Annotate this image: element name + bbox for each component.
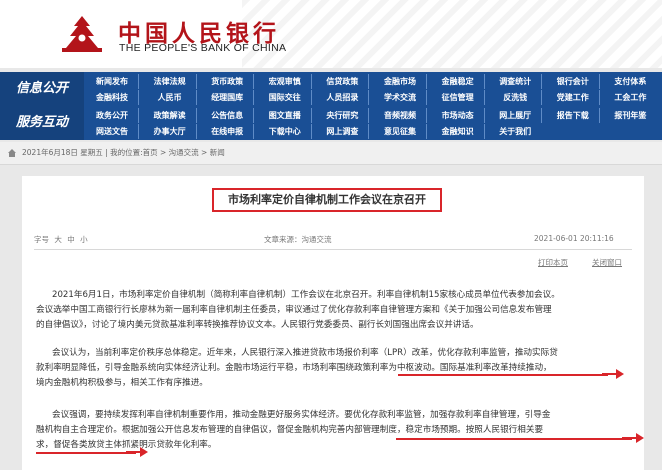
nav-item-info-a-0[interactable]: 新闻发布: [86, 74, 139, 89]
main-navigation: 信息公开 服务互动 新闻发布 法律法规 货币政策 宏观审慎 信贷政策 金融市场 金融稳定 调查…: [0, 72, 662, 140]
red-arrow-icon: [602, 369, 624, 379]
print-page-link[interactable]: 打印本页: [538, 257, 568, 268]
nav-item-service-b-5[interactable]: 意见征集: [374, 124, 427, 139]
font-size-control: 字号 大 中 小: [34, 234, 88, 245]
paragraph-line: 会议强调，要持续发挥利率自律机制重要作用，推动金融更好服务实体经济。要优化存款利…: [52, 410, 551, 420]
font-size-large[interactable]: 大: [54, 235, 62, 244]
nav-item-info-a-6[interactable]: 金融稳定: [432, 74, 485, 89]
paragraph-line: 会议认为，当前利率定价秩序总体稳定。近年来，人民银行深入推进贷款市场报价利率（L…: [52, 348, 558, 358]
font-size-label: 字号: [34, 235, 49, 244]
article-title: 市场利率定价自律机制工作会议在京召开: [212, 188, 442, 212]
nav-item-info-a-3[interactable]: 宏观审慎: [259, 74, 312, 89]
nav-item-info-b-0[interactable]: 金融科技: [86, 90, 139, 105]
nav-item-service-b-6[interactable]: 金融知识: [432, 124, 485, 139]
nav-item-service-a-2[interactable]: 公告信息: [201, 108, 255, 123]
nav-item-info-a-2[interactable]: 货币政策: [201, 74, 255, 89]
nav-item-info-b-4[interactable]: 人员招录: [316, 90, 370, 105]
nav-item-info-a-7[interactable]: 调查统计: [489, 74, 543, 89]
article-datetime: 2021-06-01 20:11:16: [534, 234, 614, 243]
nav-item-info-b-1[interactable]: 人民币: [144, 90, 197, 105]
highlight-underline: [398, 374, 608, 376]
paragraph-line: 的自律倡议》，讨论了境内美元贷款基准利率转换推荐协议文本。人民银行党委委员、副行…: [36, 320, 479, 330]
nav-item-service-a-5[interactable]: 音频视频: [374, 108, 427, 123]
paragraph-line: 会议选举中国工商银行行长廖林为新一届利率自律机制主任委员，审议通过了优化存款利率…: [36, 305, 552, 315]
nav-item-info-b-7[interactable]: 反洗钱: [489, 90, 543, 105]
nav-item-service-b-7[interactable]: 关于我们: [489, 124, 541, 139]
article-source: 文章来源：沟通交流: [264, 235, 332, 244]
nav-item-info-a-1[interactable]: 法律法规: [144, 74, 197, 89]
divider: [34, 249, 632, 250]
font-size-small[interactable]: 小: [80, 235, 88, 244]
nav-item-info-b-6[interactable]: 征信管理: [432, 90, 485, 105]
paragraph-line: 境内金融机构积极参与，相关工作有序推进。: [36, 378, 208, 388]
nav-item-service-b-4[interactable]: 网上调查: [316, 124, 370, 139]
breadcrumb: 2021年6月18日 星期五 | 我的位置:首页 > 沟通交流 > 新闻: [0, 142, 662, 165]
home-icon: [8, 149, 16, 157]
nav-item-service-a-8[interactable]: 报告下载: [547, 108, 600, 123]
nav-item-service-a-9[interactable]: 报刊年鉴: [604, 108, 656, 123]
red-arrow-icon: [622, 433, 644, 443]
font-size-medium[interactable]: 中: [67, 235, 75, 244]
nav-item-info-a-4[interactable]: 信贷政策: [316, 74, 370, 89]
nav-label-service[interactable]: 服务互动: [0, 106, 84, 140]
bank-logo-icon[interactable]: [60, 14, 104, 54]
nav-item-service-a-6[interactable]: 市场动态: [432, 108, 485, 123]
nav-item-info-a-5[interactable]: 金融市场: [374, 74, 427, 89]
nav-item-service-a-3[interactable]: 图文直播: [259, 108, 312, 123]
nav-item-service-b-2[interactable]: 在线申报: [201, 124, 255, 139]
breadcrumb-text[interactable]: 2021年6月18日 星期五 | 我的位置:首页 > 沟通交流 > 新闻: [22, 142, 225, 164]
article-paragraph-1: 2021年6月1日，市场利率定价自律机制（简称利率自律机制）工作会议在北京召开。…: [36, 288, 632, 333]
nav-item-info-b-3[interactable]: 国际交往: [259, 90, 312, 105]
paragraph-line: 2021年6月1日，市场利率定价自律机制（简称利率自律机制）工作会议在北京召开。…: [52, 290, 560, 300]
nav-label-info[interactable]: 信息公开: [0, 72, 84, 106]
article-panel: 市场利率定价自律机制工作会议在京召开 字号 大 中 小 文章来源：沟通交流 20…: [22, 176, 644, 470]
article-paragraph-2: 会议认为，当前利率定价秩序总体稳定。近年来，人民银行深入推进贷款市场报价利率（L…: [36, 346, 632, 391]
nav-item-info-b-5[interactable]: 学术交流: [374, 90, 427, 105]
nav-item-info-a-9[interactable]: 支付体系: [604, 74, 656, 89]
nav-item-service-b-1[interactable]: 办事大厅: [144, 124, 197, 139]
nav-item-service-a-7[interactable]: 网上展厅: [489, 108, 543, 123]
red-arrow-icon: [126, 447, 148, 457]
bank-name-en: THE PEOPLE'S BANK OF CHINA: [119, 42, 287, 54]
nav-row-info: 新闻发布 法律法规 货币政策 宏观审慎 信贷政策 金融市场 金融稳定 调查统计 银行会计 支付体系…: [86, 74, 662, 108]
site-header: 中国人民银行 THE PEOPLE'S BANK OF CHINA: [0, 0, 662, 68]
paragraph-line: 融机构自主合理定价。根据加强公开信息发布管理的自律倡议，督促金融机构完善内部管理…: [36, 425, 544, 435]
header-background: [242, 0, 662, 68]
nav-item-service-a-0[interactable]: 政务公开: [86, 108, 139, 123]
nav-item-info-b-8[interactable]: 党建工作: [547, 90, 600, 105]
nav-item-service-a-4[interactable]: 央行研究: [316, 108, 370, 123]
nav-item-info-a-8[interactable]: 银行会计: [547, 74, 600, 89]
nav-item-service-b-0[interactable]: 网送文告: [86, 124, 139, 139]
nav-item-info-b-9[interactable]: 工会工作: [604, 90, 656, 105]
highlight-underline: [36, 452, 136, 454]
highlight-underline: [396, 438, 632, 440]
close-window-link[interactable]: 关闭窗口: [592, 257, 622, 268]
nav-item-service-b-3[interactable]: 下载中心: [259, 124, 312, 139]
nav-item-service-a-1[interactable]: 政策解读: [144, 108, 197, 123]
nav-row-service: 政务公开 政策解读 公告信息 图文直播 央行研究 音频视频 市场动态 网上展厅 报告下载 报刊年鉴…: [86, 108, 662, 142]
nav-item-info-b-2[interactable]: 经理国库: [201, 90, 255, 105]
